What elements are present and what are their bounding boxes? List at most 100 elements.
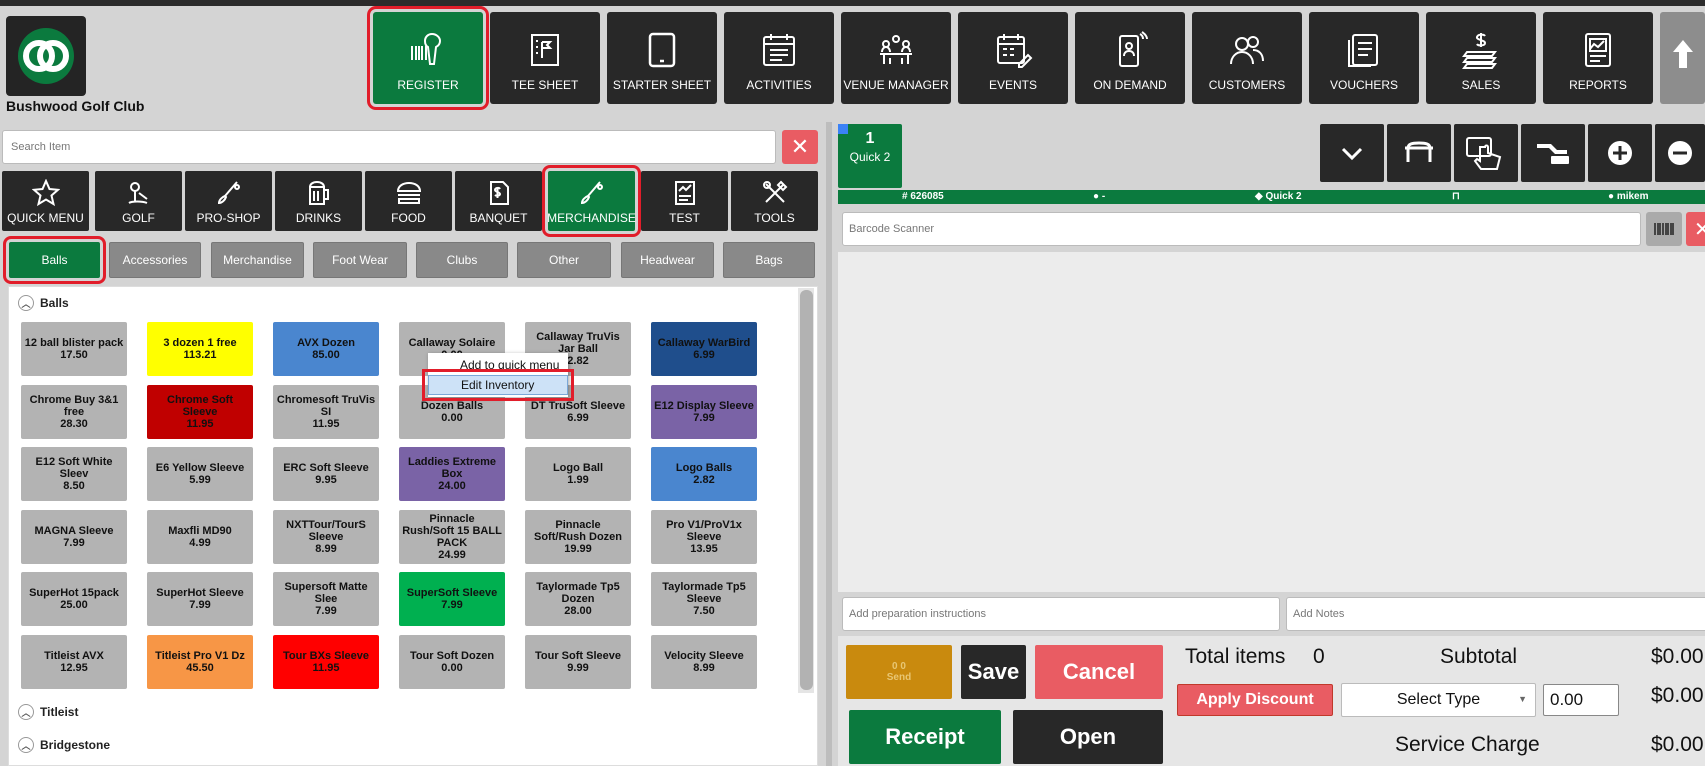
barcode-scan-button[interactable] <box>1646 212 1682 246</box>
nav-customers[interactable]: CUSTOMERS <box>1192 12 1302 104</box>
product-tile[interactable]: SuperHot 15pack 25.00 <box>21 572 127 626</box>
group-header-bridgestone[interactable]: ︿ Bridgestone <box>18 732 110 758</box>
nav-reports[interactable]: REPORTS <box>1543 12 1653 104</box>
product-tile[interactable]: Maxfli MD90 4.99 <box>147 510 253 564</box>
product-tile[interactable]: Taylormade Tp5 Sleeve 7.50 <box>651 572 757 626</box>
notes-input[interactable]: Add Notes <box>1286 597 1705 631</box>
cancel-button[interactable]: Cancel <box>1035 645 1163 699</box>
category-quick-menu[interactable]: QUICK MENU <box>2 171 89 231</box>
product-tile[interactable]: Tour Soft Dozen 0.00 <box>399 635 505 689</box>
product-tile[interactable]: Chrome Buy 3&1 free 28.30 <box>21 385 127 439</box>
subtab-clubs[interactable]: Clubs <box>416 242 508 278</box>
subtab-other[interactable]: Other <box>517 242 611 278</box>
product-tile[interactable]: NXTTour/TourS Sleeve 8.99 <box>273 510 379 564</box>
product-tile[interactable]: Titleist Pro V1 Dz 45.50 <box>147 635 253 689</box>
product-tile[interactable]: Pinnacle Soft/Rush Dozen 19.99 <box>525 510 631 564</box>
product-tile[interactable]: 12 ball blister pack 17.50 <box>21 322 127 376</box>
product-tile[interactable]: Pro V1/ProV1x Sleeve 13.95 <box>651 510 757 564</box>
product-tile[interactable]: Taylormade Tp5 Dozen 28.00 <box>525 572 631 626</box>
product-tile[interactable]: AVX Dozen 85.00 <box>273 322 379 376</box>
subtab-merchandise[interactable]: Merchandise <box>211 242 304 278</box>
product-tile[interactable]: SuperSoft Sleeve 7.99 <box>399 572 505 626</box>
barcode-input[interactable]: Barcode Scanner <box>842 212 1641 246</box>
dropdown-button[interactable] <box>1320 124 1384 182</box>
subtab-balls[interactable]: Balls <box>3 236 106 284</box>
product-name: Chrome Soft Sleeve <box>167 394 233 418</box>
nav-on-demand[interactable]: ON DEMAND <box>1075 12 1185 104</box>
product-tile[interactable]: MAGNA Sleeve 7.99 <box>21 510 127 564</box>
nav-vouchers[interactable]: VOUCHERS <box>1309 12 1419 104</box>
product-tile[interactable]: Laddies Extreme Box 24.00 <box>399 447 505 501</box>
open-button[interactable]: Open <box>1013 710 1163 764</box>
product-tile[interactable]: Chromesoft TruVis SI 11.95 <box>273 385 379 439</box>
barcode-clear-button[interactable]: ✕ <box>1686 212 1705 246</box>
product-tile[interactable]: E6 Yellow Sleeve 5.99 <box>147 447 253 501</box>
category-merchandise[interactable]: MERCHANDISE <box>542 165 641 237</box>
tap-screen-button[interactable] <box>1454 124 1518 182</box>
product-tile[interactable]: Logo Balls 2.82 <box>651 447 757 501</box>
category-tools[interactable]: TOOLS <box>731 171 818 231</box>
nav-events[interactable]: EVENTS <box>958 12 1068 104</box>
category-food[interactable]: FOOD <box>365 171 452 231</box>
product-tile[interactable]: Callaway WarBird 6.99 <box>651 322 757 376</box>
product-tile[interactable]: Chrome Soft Sleeve 11.95 <box>147 385 253 439</box>
panel-divider[interactable] <box>826 122 832 766</box>
service-charge-label: Service Charge <box>1395 733 1540 756</box>
subtab-bags[interactable]: Bags <box>723 242 815 278</box>
save-label: Save <box>967 659 1020 684</box>
close-icon: ✕ <box>790 134 810 159</box>
prep-instructions-input[interactable]: Add preparation instructions <box>842 597 1280 631</box>
discount-type-select[interactable]: Select Type ▼ <box>1341 683 1536 717</box>
nav-scroll-up[interactable] <box>1660 12 1705 104</box>
nav-venue-manager[interactable]: VENUE MANAGER <box>841 12 951 104</box>
category-banquet[interactable]: BANQUET <box>455 171 542 231</box>
nav-register[interactable]: REGISTER <box>367 6 489 110</box>
scrollbar-thumb[interactable] <box>800 290 813 690</box>
category-drinks[interactable]: DRINKS <box>275 171 362 231</box>
discount-amount-input[interactable]: 0.00 <box>1543 684 1619 716</box>
category-golf[interactable]: GOLF <box>95 171 182 231</box>
product-tile[interactable]: Supersoft Matte Slee 7.99 <box>273 572 379 626</box>
subtotal-value: $0.00 <box>1651 645 1704 668</box>
menu-item-add-quick-menu[interactable]: Add to quick menu <box>428 355 568 375</box>
table-button[interactable] <box>1387 124 1451 182</box>
product-tile[interactable]: Pinnacle Rush/Soft 15 BALL PACK 24.99 <box>399 510 505 564</box>
remove-button[interactable] <box>1655 124 1705 182</box>
transfer-button[interactable] <box>1521 124 1585 182</box>
send-button[interactable]: 0 0 Send <box>846 645 952 699</box>
product-tile[interactable]: E12 Display Sleeve 7.99 <box>651 385 757 439</box>
subtab-headwear[interactable]: Headwear <box>621 242 714 278</box>
nav-starter-sheet[interactable]: STARTER SHEET <box>607 12 717 104</box>
product-tile[interactable]: Velocity Sleeve 8.99 <box>651 635 757 689</box>
apply-discount-button[interactable]: Apply Discount <box>1177 684 1333 716</box>
nav-tee-sheet[interactable]: TEE SHEET <box>490 12 600 104</box>
product-tile[interactable]: Titleist AVX 12.95 <box>21 635 127 689</box>
product-price: 24.99 <box>438 549 466 561</box>
order-tab[interactable]: 1 Quick 2 <box>838 124 902 188</box>
search-clear-button[interactable]: ✕ <box>782 130 818 164</box>
group-header-titleist[interactable]: ︿ Titleist <box>18 699 78 725</box>
add-button[interactable] <box>1588 124 1652 182</box>
group-header-balls[interactable]: ︿ Balls <box>18 290 69 316</box>
product-tile[interactable]: Tour Soft Sleeve 9.99 <box>525 635 631 689</box>
receipt-button[interactable]: Receipt <box>849 710 1001 764</box>
product-tile[interactable]: Tour BXs Sleeve 11.95 <box>273 635 379 689</box>
save-button[interactable]: Save <box>961 645 1026 699</box>
product-tile[interactable]: 3 dozen 1 free 113.21 <box>147 322 253 376</box>
phone-user-icon <box>1119 31 1148 67</box>
category-test[interactable]: TEST <box>641 171 728 231</box>
context-menu: Add to quick menu Edit Inventory <box>422 353 574 401</box>
search-input[interactable]: Search Item <box>2 130 776 164</box>
nav-activities[interactable]: ACTIVITIES <box>724 12 834 104</box>
product-price: 7.99 <box>693 412 715 424</box>
hash-icon: # <box>902 191 908 202</box>
product-tile[interactable]: Logo Ball 1.99 <box>525 447 631 501</box>
menu-item-edit-inventory[interactable]: Edit Inventory <box>422 369 574 401</box>
category-pro-shop[interactable]: PRO-SHOP <box>185 171 272 231</box>
subtab-accessories[interactable]: Accessories <box>109 242 201 278</box>
subtab-foot-wear[interactable]: Foot Wear <box>313 242 407 278</box>
product-tile[interactable]: E12 Soft White Sleev 8.50 <box>21 447 127 501</box>
product-tile[interactable]: ERC Soft Sleeve 9.95 <box>273 447 379 501</box>
nav-sales[interactable]: SALES <box>1426 12 1536 104</box>
product-tile[interactable]: SuperHot Sleeve 7.99 <box>147 572 253 626</box>
